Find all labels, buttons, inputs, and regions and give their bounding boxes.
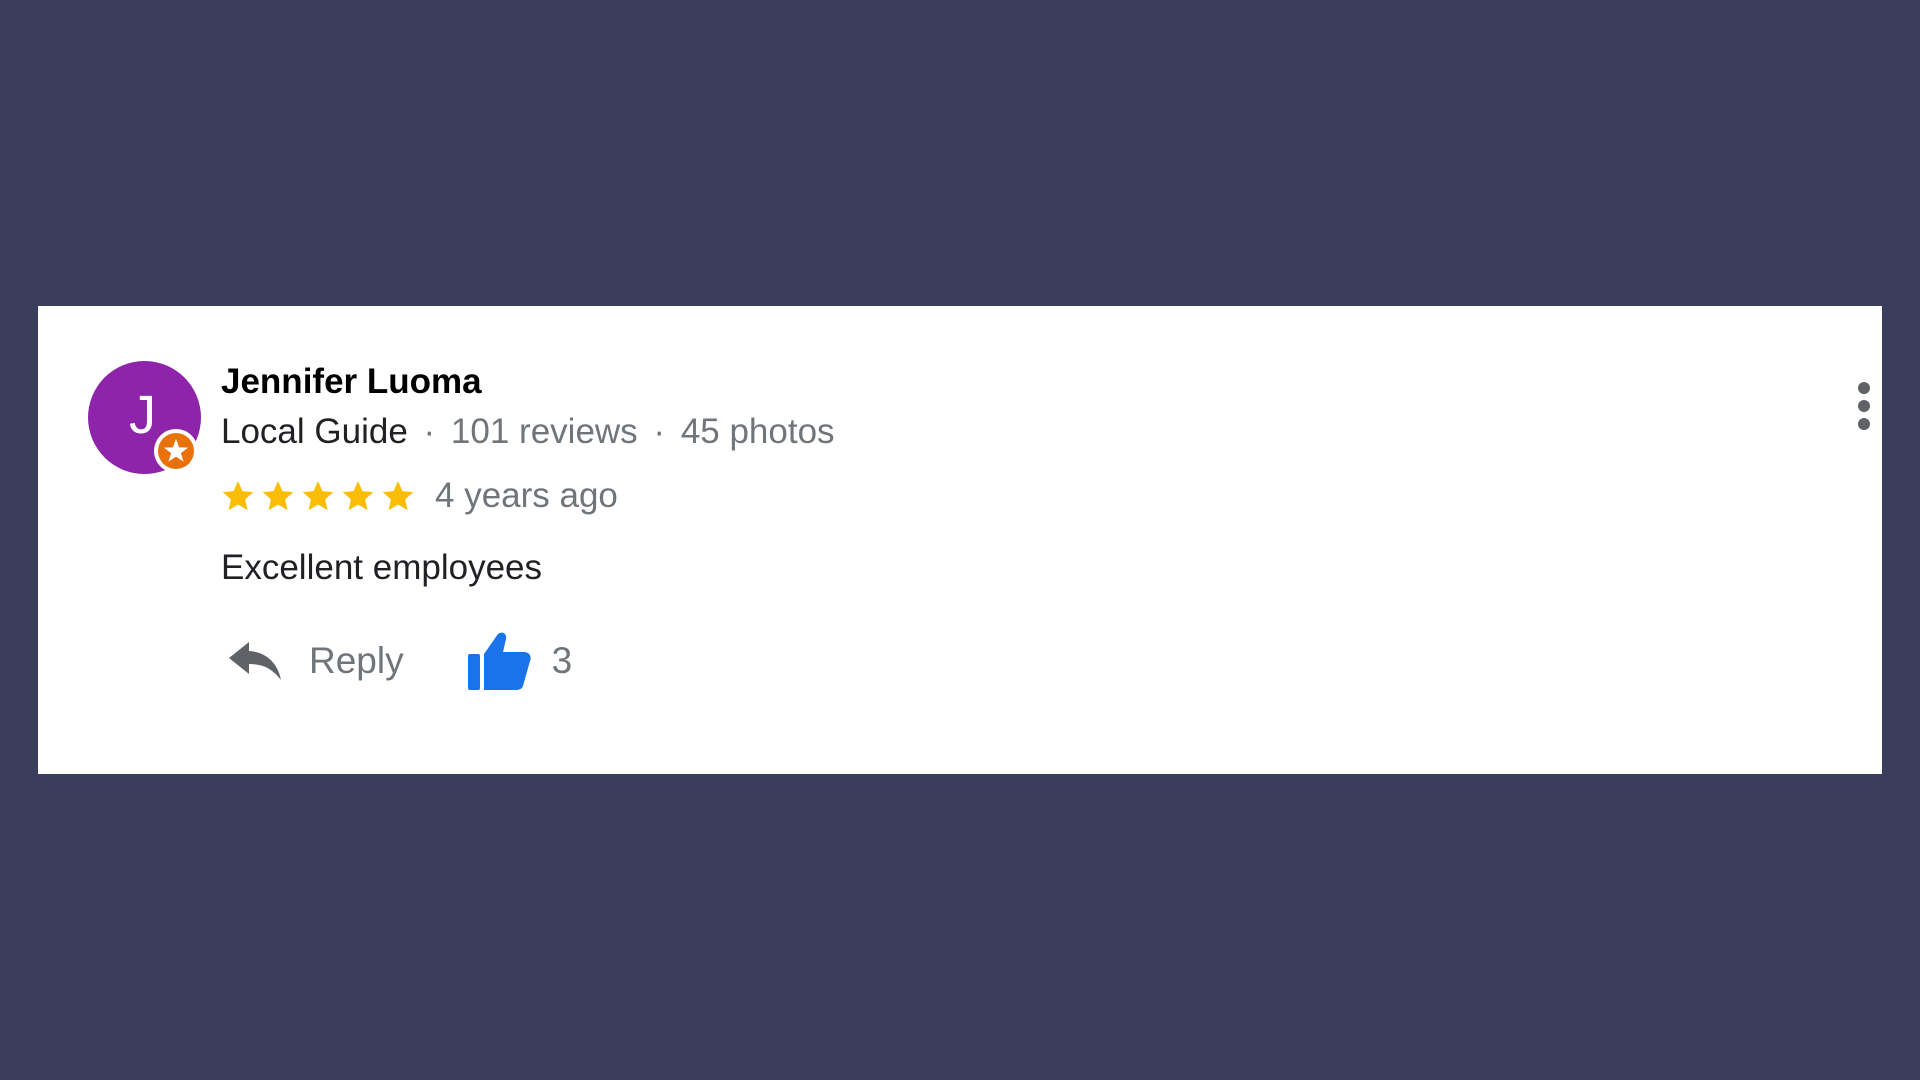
local-guide-badge-icon	[154, 429, 198, 473]
like-button[interactable]: 3	[466, 630, 573, 692]
local-guide-label: Local Guide	[221, 412, 408, 451]
meta-separator: ·	[653, 412, 666, 451]
review-actions: Reply 3	[227, 626, 572, 696]
photo-count: 45 photos	[680, 412, 835, 451]
review-card: J Jennifer Luoma Local Guide · 101 revie…	[38, 306, 1882, 774]
star-rating	[221, 479, 415, 513]
author-meta: Local Guide · 101 reviews · 45 photos	[221, 412, 835, 452]
star-icon	[382, 481, 414, 511]
review-time: 4 years ago	[435, 476, 618, 515]
star-icon	[342, 481, 374, 511]
more-options-button[interactable]	[1852, 378, 1876, 434]
meta-separator: ·	[423, 412, 436, 451]
thumbs-up-icon	[467, 632, 531, 690]
star-icon	[302, 481, 334, 511]
author-name[interactable]: Jennifer Luoma	[221, 362, 482, 402]
more-vert-icon	[1858, 382, 1870, 430]
reply-arrow-icon	[229, 642, 281, 680]
reply-label: Reply	[309, 640, 404, 681]
rating-row: 4 years ago	[221, 476, 618, 516]
review-count: 101 reviews	[450, 412, 638, 451]
review-text: Excellent employees	[221, 548, 542, 587]
star-icon	[262, 481, 294, 511]
like-count: 3	[551, 640, 573, 681]
reply-button[interactable]: Reply	[227, 638, 404, 684]
avatar-initial: J	[129, 384, 156, 445]
star-icon	[222, 481, 254, 511]
